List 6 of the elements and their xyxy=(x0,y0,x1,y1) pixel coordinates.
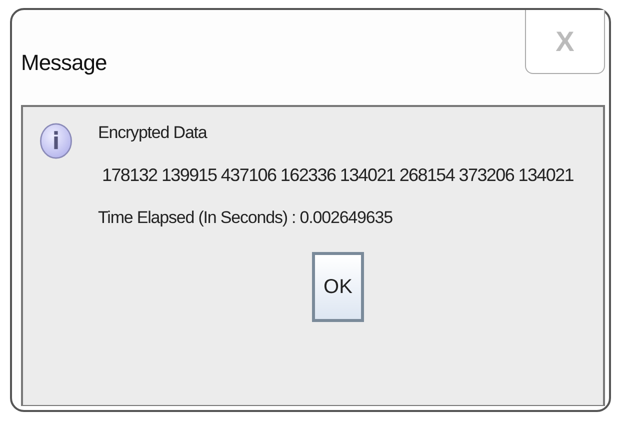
info-icon xyxy=(38,121,74,161)
encrypted-data-text: 178132 139915 437106 162336 134021 268154 373206 134021 xyxy=(101,165,574,186)
ok-button[interactable]: OK xyxy=(312,252,364,322)
window-title: Message xyxy=(21,50,107,76)
message-heading: Encrypted Data xyxy=(98,123,208,143)
time-elapsed-text: Time Elapsed (In Seconds) : 0.002649635 xyxy=(98,208,394,228)
